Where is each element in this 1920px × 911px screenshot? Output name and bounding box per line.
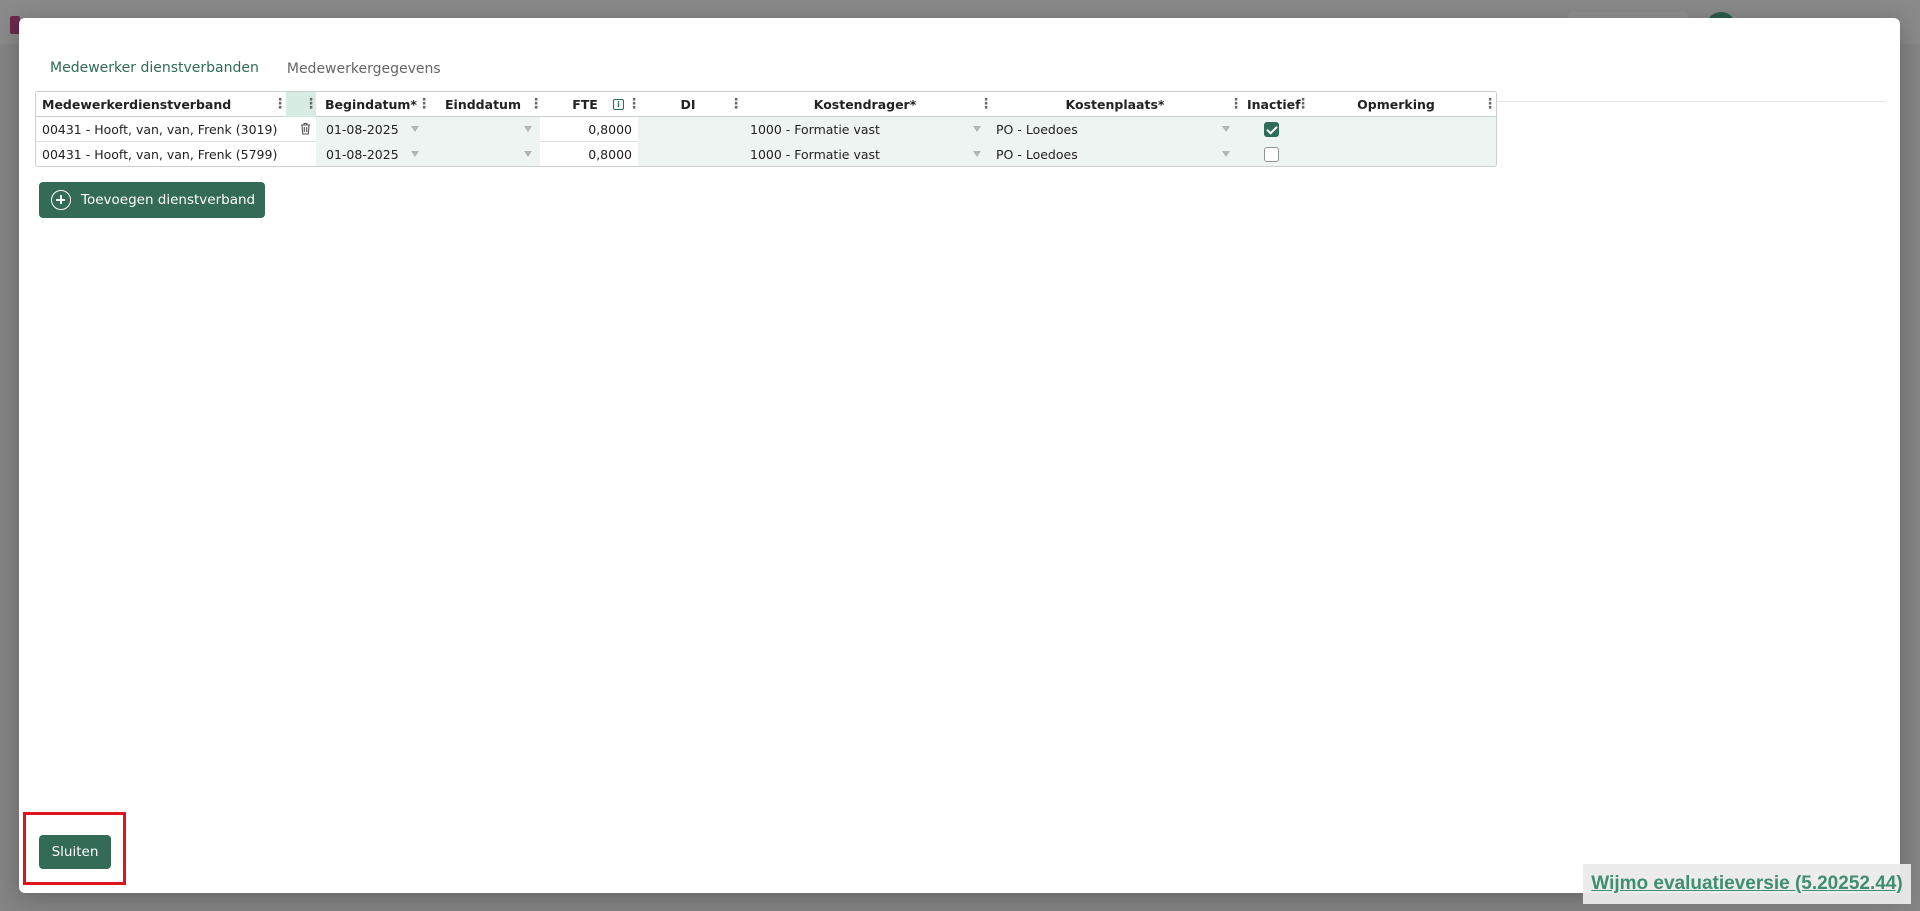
info-icon[interactable]: i	[613, 99, 624, 110]
cell-dienstverband: 00431 - Hooft, van, van, Frenk (3019)	[42, 122, 278, 137]
column-menu-icon[interactable]: ⋮	[417, 92, 431, 117]
chevron-down-icon[interactable]	[973, 126, 981, 132]
chevron-down-icon[interactable]	[411, 126, 419, 132]
cell-di[interactable]	[638, 117, 740, 142]
cell-dienstverband: 00431 - Hooft, van, van, Frenk (5799)	[42, 147, 278, 162]
column-menu-icon[interactable]: ⋮	[529, 92, 543, 117]
cell-di[interactable]	[638, 142, 740, 166]
column-menu-icon[interactable]: ⋮	[273, 92, 287, 117]
plus-circle-icon	[51, 190, 71, 210]
cell-opmerking[interactable]	[1306, 117, 1496, 142]
column-header-kostenplaats[interactable]: Kostenplaats*	[990, 92, 1240, 117]
chevron-down-icon[interactable]	[524, 151, 532, 157]
employee-modal: Medewerker dienstverbanden Medewerkergeg…	[19, 18, 1900, 893]
grid-header: Medewerkerdienstverband ⋮ ⋮ Begindatum* …	[36, 92, 1496, 117]
add-dienstverband-button[interactable]: Toevoegen dienstverband	[39, 182, 265, 218]
column-header-einddatum[interactable]: Einddatum	[428, 92, 538, 117]
trash-icon[interactable]	[300, 122, 311, 135]
table-row[interactable]: 00431 - Hooft, van, van, Frenk (3019) 01…	[36, 117, 1496, 142]
column-header-begindatum[interactable]: Begindatum*	[316, 92, 426, 117]
wijmo-watermark: Wijmo evaluatieversie (5.20252.44)	[1583, 864, 1911, 904]
column-header-inactief[interactable]: Inactief	[1241, 92, 1303, 117]
column-menu-icon[interactable]: ⋮	[627, 92, 641, 117]
inactief-checkbox[interactable]	[1264, 147, 1279, 162]
column-menu-icon[interactable]: ⋮	[729, 92, 743, 117]
column-header-kostendrager[interactable]: Kostendrager*	[740, 92, 990, 117]
cell-opmerking[interactable]	[1306, 142, 1496, 166]
cell-kostenplaats[interactable]: PO - Loedoes	[990, 142, 1241, 166]
inactief-checkbox[interactable]	[1264, 122, 1279, 137]
column-menu-icon[interactable]: ⋮	[979, 92, 993, 117]
chevron-down-icon[interactable]	[411, 151, 419, 157]
column-menu-icon[interactable]: ⋮	[1296, 92, 1310, 117]
cell-fte[interactable]: 0,8000	[540, 117, 638, 142]
cell-kostendrager[interactable]: 1000 - Formatie vast	[740, 117, 990, 142]
close-button[interactable]: Sluiten	[39, 835, 111, 869]
table-row[interactable]: 00431 - Hooft, van, van, Frenk (5799) 01…	[36, 142, 1496, 166]
chevron-down-icon[interactable]	[1222, 126, 1230, 132]
column-header-opmerking[interactable]: Opmerking	[1306, 92, 1486, 117]
dienstverbanden-grid: Medewerkerdienstverband ⋮ ⋮ Begindatum* …	[35, 91, 1497, 167]
column-menu-icon[interactable]: ⋮	[1483, 92, 1496, 117]
column-header-di[interactable]: DI	[638, 92, 738, 117]
column-menu-icon[interactable]: ⋮	[1229, 92, 1243, 117]
cell-kostendrager[interactable]: 1000 - Formatie vast	[740, 142, 990, 166]
chevron-down-icon[interactable]	[973, 151, 981, 157]
column-menu-icon[interactable]: ⋮	[304, 92, 318, 117]
chevron-down-icon[interactable]	[1222, 151, 1230, 157]
cell-kostenplaats[interactable]: PO - Loedoes	[990, 117, 1241, 142]
chevron-down-icon[interactable]	[524, 126, 532, 132]
column-header-dienstverband[interactable]: Medewerkerdienstverband	[36, 92, 276, 117]
cell-fte[interactable]: 0,8000	[540, 142, 638, 166]
add-dienstverband-label: Toevoegen dienstverband	[81, 192, 256, 208]
wijmo-evaluation-link[interactable]: Wijmo evaluatieversie (5.20252.44)	[1591, 873, 1902, 895]
